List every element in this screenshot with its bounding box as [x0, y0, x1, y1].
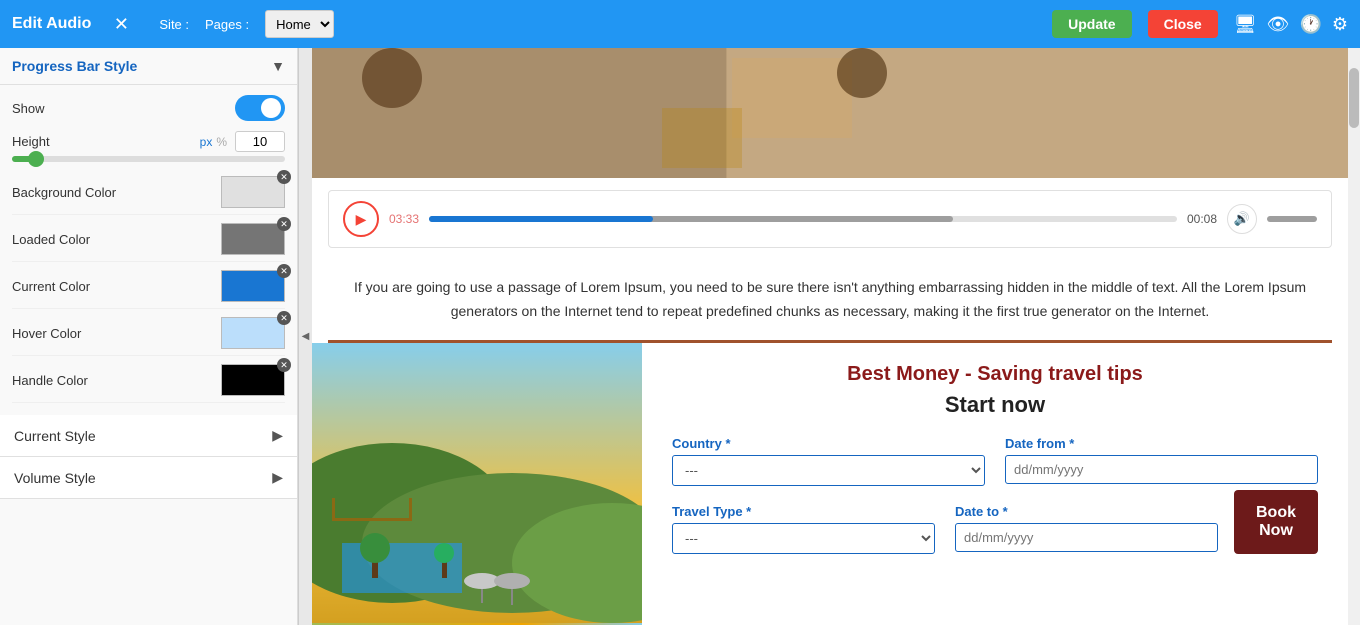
top-bar: Edit Audio ✕ Site : Pages : Home Update … — [0, 0, 1360, 48]
sidebar-collapse-handle[interactable]: ◀ — [298, 48, 312, 625]
form-bottom: Travel Type * --- Date to * BookNow — [672, 490, 1318, 554]
site-label: Site : — [159, 17, 189, 32]
current-color-swatch-wrap: ✕ — [221, 270, 285, 302]
progress-bar-style-header[interactable]: Progress Bar Style ▼ — [0, 48, 297, 85]
top-bar-icons: 🖥 👁 🕐 ⚙ — [1234, 14, 1348, 35]
current-color-x[interactable]: ✕ — [277, 264, 291, 278]
sidebar: Progress Bar Style ▼ Show Height px % 10 — [0, 48, 298, 625]
loaded-color-row: Loaded Color ✕ — [12, 217, 285, 262]
travel-image — [312, 343, 642, 625]
height-row: Height px % 10 — [12, 131, 285, 162]
current-style-section[interactable]: Current Style ▶ — [0, 415, 297, 457]
loaded-color-x[interactable]: ✕ — [277, 217, 291, 231]
volume-bar[interactable] — [1267, 216, 1317, 222]
top-image — [312, 48, 1348, 178]
volume-style-title: Volume Style — [14, 470, 96, 486]
height-input[interactable]: 10 — [235, 131, 285, 152]
hover-color-x[interactable]: ✕ — [277, 311, 291, 325]
travel-type-group: Travel Type * --- — [672, 504, 935, 554]
travel-title: Best Money - Saving travel tips — [672, 363, 1318, 386]
lorem-section: If you are going to use a passage of Lor… — [312, 260, 1348, 340]
volume-style-section[interactable]: Volume Style ▶ — [0, 457, 297, 499]
play-button[interactable]: ▶ — [343, 201, 379, 237]
update-button[interactable]: Update — [1052, 10, 1131, 38]
show-row: Show — [12, 95, 285, 121]
hover-color-swatch-wrap: ✕ — [221, 317, 285, 349]
scrollbar-thumb[interactable] — [1349, 68, 1359, 128]
background-color-swatch-wrap: ✕ — [221, 176, 285, 208]
top-image-svg — [312, 48, 1348, 178]
date-from-input[interactable] — [1005, 455, 1318, 484]
sidebar-inner-content: Show Height px % 10 — [0, 85, 297, 415]
height-unit-pct[interactable]: % — [216, 135, 227, 149]
edit-audio-title: Edit Audio — [12, 15, 91, 33]
main-layout: Progress Bar Style ▼ Show Height px % 10 — [0, 48, 1360, 625]
handle-color-label: Handle Color — [12, 373, 88, 388]
pages-select[interactable]: Home — [265, 10, 334, 38]
content-area: ▶ 03:33 00:08 🔊 If you are going to use … — [312, 48, 1348, 625]
progress-bar-current — [429, 216, 653, 222]
date-from-label: Date from * — [1005, 436, 1318, 451]
height-unit-px[interactable]: px — [200, 135, 213, 149]
hover-color-label: Hover Color — [12, 326, 81, 341]
height-label: Height — [12, 134, 200, 149]
close-button[interactable]: Close — [1148, 10, 1218, 38]
date-to-label: Date to * — [955, 504, 1218, 519]
country-group: Country * --- — [672, 436, 985, 486]
country-label: Country * — [672, 436, 985, 451]
sitemap-icon[interactable]: ⚙ — [1332, 14, 1348, 35]
toggle-slider — [235, 95, 285, 121]
country-select[interactable]: --- — [672, 455, 985, 486]
date-from-group: Date from * — [1005, 436, 1318, 486]
form-grid-top: Country * --- Date from * — [672, 436, 1318, 486]
background-color-x[interactable]: ✕ — [277, 170, 291, 184]
history-icon[interactable]: 🕐 — [1299, 14, 1321, 35]
loaded-color-swatch[interactable] — [221, 223, 285, 255]
book-now-button[interactable]: BookNow — [1234, 490, 1318, 554]
scrollbar-area — [1348, 48, 1360, 625]
date-to-group: Date to * — [955, 504, 1218, 554]
background-color-row: Background Color ✕ — [12, 170, 285, 215]
audio-player: ▶ 03:33 00:08 🔊 — [328, 190, 1332, 248]
travel-section: Best Money - Saving travel tips Start no… — [312, 343, 1348, 625]
lorem-text: If you are going to use a passage of Lor… — [352, 276, 1308, 324]
height-range-track — [12, 156, 285, 162]
volume-style-arrow: ▶ — [272, 469, 283, 486]
date-to-input[interactable] — [955, 523, 1218, 552]
time-current: 03:33 — [389, 212, 419, 226]
background-color-swatch[interactable] — [221, 176, 285, 208]
current-color-label: Current Color — [12, 279, 90, 294]
loaded-color-label: Loaded Color — [12, 232, 90, 247]
form-bottom-fields: Travel Type * --- Date to * — [672, 504, 1218, 554]
progress-bar[interactable] — [429, 216, 1177, 222]
hover-color-swatch[interactable] — [221, 317, 285, 349]
eye-icon[interactable]: 👁 — [1267, 14, 1290, 35]
current-color-row: Current Color ✕ — [12, 264, 285, 309]
handle-color-swatch[interactable] — [221, 364, 285, 396]
hover-color-row: Hover Color ✕ — [12, 311, 285, 356]
height-range-thumb[interactable] — [28, 151, 44, 167]
show-toggle[interactable] — [235, 95, 285, 121]
handle-color-swatch-wrap: ✕ — [221, 364, 285, 396]
travel-type-select[interactable]: --- — [672, 523, 935, 554]
volume-button[interactable]: 🔊 — [1227, 204, 1257, 234]
travel-image-svg — [312, 343, 642, 623]
current-color-swatch[interactable] — [221, 270, 285, 302]
top-bar-x-button[interactable]: ✕ — [107, 10, 135, 38]
current-style-arrow: ▶ — [272, 427, 283, 444]
time-total: 00:08 — [1187, 212, 1217, 226]
travel-subtitle: Start now — [672, 392, 1318, 418]
background-color-label: Background Color — [12, 185, 116, 200]
handle-color-row: Handle Color ✕ — [12, 358, 285, 403]
show-label: Show — [12, 101, 235, 116]
progress-bar-style-title: Progress Bar Style — [12, 58, 137, 74]
loaded-color-swatch-wrap: ✕ — [221, 223, 285, 255]
progress-bar-style-arrow: ▼ — [271, 58, 285, 74]
handle-color-x[interactable]: ✕ — [277, 358, 291, 372]
travel-form: Best Money - Saving travel tips Start no… — [642, 343, 1348, 625]
desktop-icon[interactable]: 🖥 — [1234, 14, 1257, 35]
travel-type-label: Travel Type * — [672, 504, 935, 519]
current-style-title: Current Style — [14, 428, 96, 444]
pages-label: Pages : — [205, 17, 249, 32]
